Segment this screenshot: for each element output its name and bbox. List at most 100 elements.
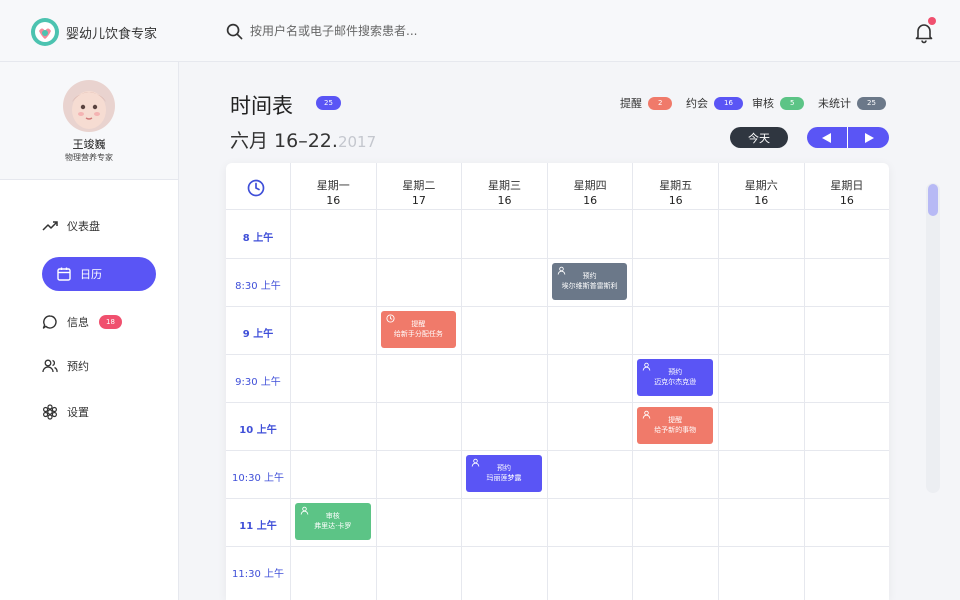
date-range-main: 六月 16–22. — [230, 130, 338, 152]
day-name: 星期日 — [830, 179, 864, 192]
person-icon — [643, 410, 651, 419]
day-date: 16 — [497, 194, 512, 207]
day-name: 星期六 — [744, 179, 778, 192]
previous-week-button[interactable] — [807, 127, 848, 148]
grid-column-divider — [632, 210, 634, 600]
next-week-button[interactable] — [848, 127, 889, 148]
grid-column-divider — [546, 210, 548, 600]
time-slot-label: 8:30 上午 — [235, 281, 281, 292]
grid-row-divider — [226, 258, 889, 259]
grid-column-divider — [290, 210, 291, 600]
day-date: 16 — [839, 194, 854, 207]
person-icon — [300, 506, 309, 515]
calendar-icon — [57, 267, 71, 281]
time-slot-label: 8 上午 — [242, 233, 274, 244]
calendar-event[interactable]: 提醒 给新手分配任务 — [380, 311, 457, 348]
sidebar-item-label: 设置 — [67, 406, 89, 419]
week-calendar: 星期一 16 星期二 17 星期三 16 星期四 16 星期五 16 星期六 16 星期日 16 8 上午… — [226, 163, 889, 600]
today-button[interactable]: 今天 — [730, 127, 788, 148]
day-date: 16 — [326, 194, 341, 207]
message-icon — [42, 315, 57, 329]
day-header[interactable]: 星期六 16 — [718, 163, 804, 210]
grid-row-divider — [226, 498, 889, 499]
legend-count: 5 — [780, 96, 805, 110]
legend-dates[interactable]: 约会 16 — [686, 95, 743, 111]
event-title: 迈克尔杰克逊 — [654, 378, 697, 386]
day-date: 17 — [411, 194, 426, 207]
week-navigation — [807, 127, 889, 148]
triangle-right-icon — [864, 132, 874, 143]
title-count-badge: 25 — [316, 96, 341, 110]
grid-row-divider — [226, 450, 889, 451]
person-icon — [557, 266, 566, 275]
date-range: 六月 16–22.2017 — [230, 126, 376, 153]
search-input[interactable] — [250, 20, 670, 42]
grid-row-divider — [226, 354, 889, 355]
sidebar-item-label: 信息 — [67, 316, 89, 329]
legend-reviews[interactable]: 审核 5 — [752, 95, 805, 111]
grid-row-divider — [226, 306, 889, 307]
calendar-event[interactable]: 预约 埃尔维斯普雷斯利 — [551, 263, 628, 300]
messages-count-badge: 18 — [99, 315, 122, 329]
legend-reminders[interactable]: 提醒 2 — [620, 95, 673, 111]
day-date: 16 — [583, 194, 598, 207]
event-title: 埃尔维斯普雷斯利 — [561, 282, 618, 290]
grid-row-divider — [226, 402, 889, 403]
person-icon — [471, 458, 480, 467]
event-title: 给新手分配任务 — [393, 330, 443, 338]
notification-dot — [928, 17, 936, 25]
users-icon — [42, 359, 58, 373]
legend-count: 2 — [648, 96, 673, 110]
sidebar-item-messages[interactable]: 信息 18 — [42, 305, 156, 339]
day-date: 16 — [754, 194, 769, 207]
day-name: 星期三 — [487, 179, 521, 192]
grid-column-divider — [375, 210, 377, 600]
sidebar-item-appointments[interactable]: 预约 — [42, 349, 156, 383]
sidebar-item-label: 预约 — [67, 360, 89, 373]
calendar-event[interactable]: 审核 弗里达·卡罗 — [295, 503, 371, 540]
brand-name[interactable]: 婴幼儿饮食专家 — [66, 23, 157, 42]
top-header: 婴幼儿饮食专家 — [0, 0, 960, 62]
calendar-event[interactable]: 预约 玛丽莲梦露 — [466, 455, 542, 492]
sidebar-item-label: 仪表盘 — [67, 220, 100, 233]
sidebar-item-calendar[interactable]: 日历 — [42, 257, 156, 291]
legend-uncounted[interactable]: 未统计 25 — [818, 95, 886, 111]
time-slot-label: 10:30 上午 — [232, 473, 284, 484]
time-slot-label: 9 上午 — [242, 329, 274, 340]
day-header[interactable]: 星期日 16 — [803, 163, 889, 210]
day-header[interactable]: 星期三 16 — [461, 163, 547, 210]
date-range-year: 2017 — [337, 133, 377, 151]
triangle-left-icon — [822, 132, 831, 143]
sidebar-item-label: 日历 — [80, 268, 102, 281]
day-name: 星期五 — [659, 179, 693, 192]
sidebar-item-dashboard[interactable]: 仪表盘 — [42, 209, 156, 243]
gear-icon — [42, 404, 57, 420]
time-slot-label: 11 上午 — [239, 521, 277, 532]
calendar-event[interactable]: 提醒 给予新的事物 — [637, 407, 713, 444]
legend-label: 审核 — [752, 97, 774, 110]
grid-column-divider — [461, 210, 463, 600]
time-slot-label: 9:30 上午 — [235, 377, 281, 388]
event-title: 给予新的事物 — [654, 426, 697, 434]
scrollbar-track[interactable] — [926, 183, 940, 493]
clock-icon — [386, 314, 395, 323]
search-icon[interactable] — [226, 23, 243, 40]
scrollbar-thumb[interactable] — [928, 184, 938, 216]
grid-row-divider — [226, 546, 889, 547]
clock-icon — [247, 179, 265, 197]
brand-logo-icon[interactable] — [30, 17, 60, 47]
day-name: 星期二 — [402, 179, 436, 192]
user-profile: 王竣巍 物理营养专家 — [0, 62, 178, 180]
day-header[interactable]: 星期五 16 — [632, 163, 718, 210]
avatar[interactable] — [63, 80, 115, 132]
page-title: 时间表 — [230, 94, 293, 118]
sidebar: 王竣巍 物理营养专家 仪表盘 日历 信息 18 预约 设置 — [0, 62, 179, 600]
day-header[interactable]: 星期一 16 — [290, 163, 376, 210]
day-header[interactable]: 星期四 16 — [546, 163, 633, 210]
legend-count: 25 — [857, 96, 886, 110]
calendar-event[interactable]: 预约 迈克尔杰克逊 — [637, 359, 713, 396]
day-date: 16 — [668, 194, 683, 207]
sidebar-item-settings[interactable]: 设置 — [42, 395, 156, 429]
day-name: 星期四 — [573, 179, 607, 192]
day-header[interactable]: 星期二 17 — [375, 163, 462, 210]
